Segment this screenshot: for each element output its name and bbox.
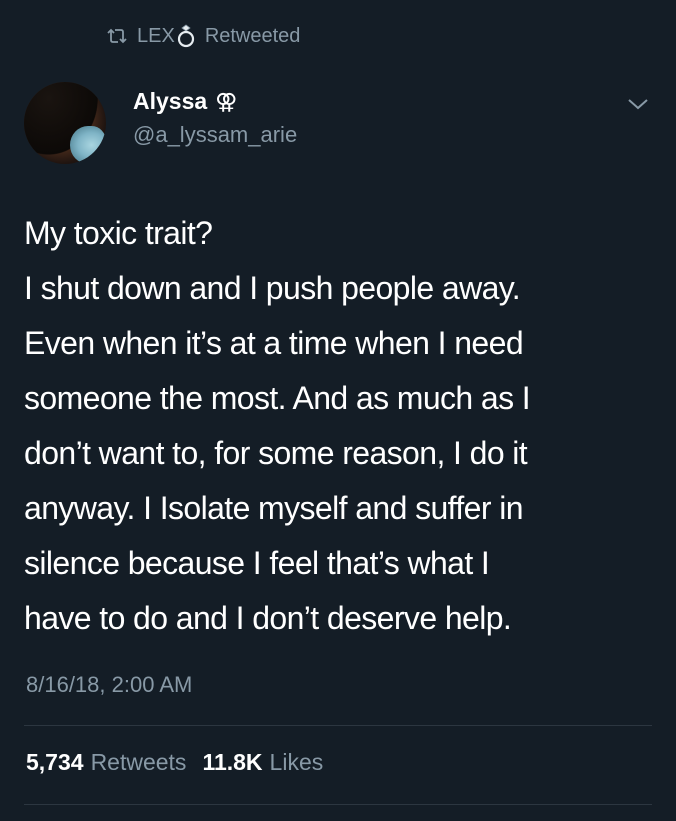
author-name[interactable]: Alyssa (133, 88, 207, 115)
tweet-line: My toxic trait? (24, 215, 213, 251)
divider (24, 804, 652, 805)
avatar[interactable] (24, 82, 106, 164)
double-venus-icon: ⚢ (215, 88, 238, 114)
retweet-status: Retweeted (204, 24, 301, 47)
tweet-stats: 5,734 Retweets 11.8K Likes (26, 749, 339, 776)
divider (24, 725, 652, 726)
ring-icon (177, 24, 194, 48)
likes-count[interactable]: 11.8K (202, 749, 262, 776)
retweet-icon (107, 28, 127, 44)
retweets-label[interactable]: Retweets (91, 749, 187, 776)
tweet-line: have to do and I don’t deserve help. (24, 600, 512, 636)
retweeter-name[interactable]: LEX (137, 25, 175, 48)
tweet-timestamp[interactable]: 8/16/18, 2:00 AM (26, 672, 192, 698)
chevron-down-icon[interactable] (626, 94, 650, 114)
tweet-line: don’t want to, for some reason, I do it (24, 435, 528, 471)
tweet-line: silence because I feel that’s what I (24, 545, 490, 581)
tweet-line: I shut down and I push people away. (24, 270, 521, 306)
tweet-line: Even when it’s at a time when I need (24, 325, 524, 361)
tweet-line: anyway. I Isolate myself and suffer in (24, 490, 524, 526)
author-handle[interactable]: @a_lyssam_arie (133, 122, 297, 148)
tweet-line: someone the most. And as much as I (24, 380, 531, 416)
tweet-text: My toxic trait? I shut down and I push p… (24, 206, 654, 646)
retweet-banner[interactable]: LEX Retweeted (107, 22, 300, 50)
likes-label[interactable]: Likes (270, 749, 324, 776)
retweets-count[interactable]: 5,734 (26, 749, 84, 776)
author-name-row[interactable]: Alyssa ⚢ (133, 88, 237, 115)
